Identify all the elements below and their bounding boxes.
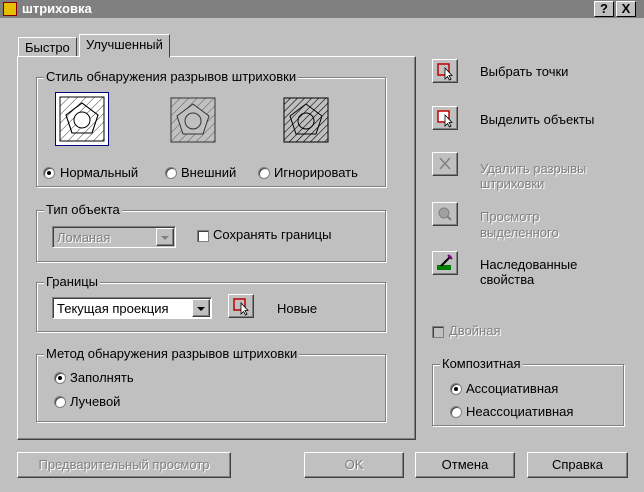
- chevron-down-icon[interactable]: [192, 299, 210, 317]
- view-selection-label-1: Просмотр: [480, 209, 540, 224]
- composition-title: Композитная: [440, 356, 523, 371]
- radio-nonassociative[interactable]: [450, 406, 462, 418]
- radio-flood-label[interactable]: Заполнять: [70, 370, 134, 385]
- remove-x-icon: [439, 157, 451, 170]
- boundary-select[interactable]: Текущая проекция: [52, 297, 212, 319]
- radio-ray[interactable]: [54, 396, 66, 408]
- view-selection-button[interactable]: [432, 202, 458, 226]
- radio-associative[interactable]: [450, 383, 462, 395]
- pick-points-button[interactable]: [432, 59, 458, 83]
- boundary-value: Текущая проекция: [57, 301, 169, 316]
- magnifier-icon: [438, 207, 452, 221]
- object-type-value: Ломаная: [57, 230, 111, 245]
- ok-button[interactable]: OK: [304, 452, 404, 478]
- remove-islands-button[interactable]: [432, 152, 458, 176]
- new-boundary-button[interactable]: [228, 294, 254, 318]
- remove-islands-label-1: Удалить разрывы: [480, 161, 587, 176]
- pick-points-icon: [437, 63, 453, 81]
- object-type-select[interactable]: Ломаная: [52, 226, 176, 248]
- radio-normal-label[interactable]: Нормальный: [60, 165, 138, 180]
- remove-islands-label-2: штриховки: [480, 176, 545, 191]
- app-icon: [3, 2, 17, 16]
- detection-method-title: Метод обнаружения разрывов штриховки: [44, 346, 300, 361]
- brush-icon: [437, 254, 453, 270]
- select-objects-icon: [437, 110, 453, 128]
- inherit-properties-label-1[interactable]: Наследованные: [480, 257, 577, 272]
- radio-outer-label[interactable]: Внешний: [181, 165, 236, 180]
- select-objects-button[interactable]: [432, 106, 458, 130]
- pick-points-label[interactable]: Выбрать точки: [480, 64, 568, 79]
- radio-ignore[interactable]: [258, 167, 270, 179]
- tab-quick[interactable]: Быстро: [18, 37, 77, 57]
- radio-ray-label[interactable]: Лучевой: [70, 394, 120, 409]
- tab-advanced[interactable]: Улучшенный: [79, 34, 170, 58]
- double-checkbox[interactable]: [432, 326, 444, 338]
- help-dialog-button[interactable]: Справка: [527, 452, 628, 478]
- preview-button[interactable]: Предварительный просмотр: [17, 452, 231, 478]
- detection-method-group: [36, 354, 386, 422]
- outer-style-image[interactable]: [167, 94, 219, 146]
- radio-nonassociative-label[interactable]: Неассоциативная: [466, 404, 573, 419]
- ignore-style-image[interactable]: [280, 94, 332, 146]
- cancel-button[interactable]: Отмена: [415, 452, 515, 478]
- inherit-properties-button[interactable]: [432, 251, 458, 275]
- object-type-title: Тип объекта: [44, 202, 122, 217]
- double-label: Двойная: [449, 323, 501, 338]
- view-selection-label-2: выделенного: [480, 225, 559, 240]
- radio-associative-label[interactable]: Ассоциативная: [466, 381, 558, 396]
- radio-normal[interactable]: [43, 167, 55, 179]
- window-title: штриховка: [22, 1, 92, 16]
- boundary-title: Границы: [44, 274, 100, 289]
- retain-boundary-label[interactable]: Сохранять границы: [213, 227, 331, 242]
- title-bar: штриховка ? X: [0, 0, 644, 18]
- radio-outer[interactable]: [165, 167, 177, 179]
- close-button[interactable]: X: [616, 1, 636, 17]
- normal-style-image[interactable]: [55, 92, 109, 146]
- retain-boundary-checkbox[interactable]: [197, 230, 209, 242]
- chevron-down-icon[interactable]: [156, 228, 174, 246]
- island-style-title: Стиль обнаружения разрывов штриховки: [44, 69, 299, 84]
- radio-ignore-label[interactable]: Игнорировать: [274, 165, 358, 180]
- inherit-properties-label-2[interactable]: свойства: [480, 272, 534, 287]
- pick-cursor-icon: [233, 298, 249, 316]
- select-objects-label[interactable]: Выделить объекты: [480, 112, 594, 127]
- new-boundary-label: Новые: [277, 301, 318, 316]
- radio-flood[interactable]: [54, 372, 66, 384]
- help-button[interactable]: ?: [594, 1, 614, 17]
